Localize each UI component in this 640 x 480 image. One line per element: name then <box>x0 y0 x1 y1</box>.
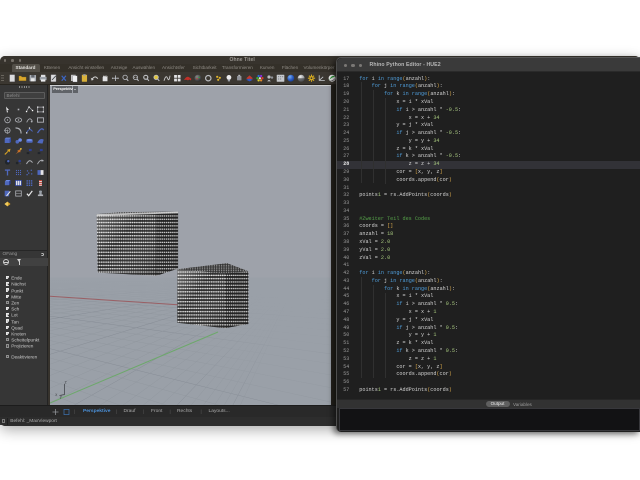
svg-text:z: z <box>64 379 66 384</box>
